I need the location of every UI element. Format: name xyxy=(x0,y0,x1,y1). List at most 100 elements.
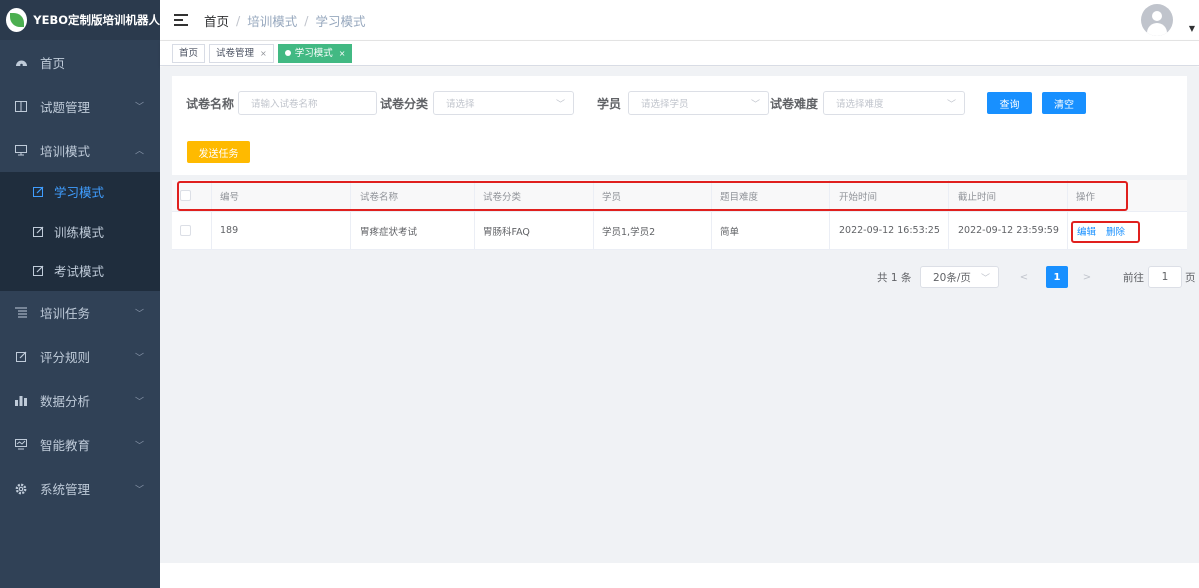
paper-name-label: 试卷名称 xyxy=(186,97,235,111)
breadcrumb: 首页 / 培训模式 / 学习模式 xyxy=(204,11,365,30)
sidebar-item-label: 数据分析 xyxy=(40,394,91,409)
student-label: 学员 xyxy=(597,97,622,111)
list-icon xyxy=(14,306,28,320)
sidebar-item-home[interactable]: 首页 xyxy=(0,40,160,84)
goto-label: 前往 xyxy=(1123,271,1144,284)
cell-students: 学员1,学员2 xyxy=(602,226,656,238)
cell-difficulty: 简单 xyxy=(720,226,740,238)
dashboard-icon xyxy=(14,55,28,69)
sidebar-item-label: 培训任务 xyxy=(40,306,91,321)
sidebar-item-practice-mode[interactable]: 训练模式 xyxy=(0,212,160,252)
send-task-button[interactable]: 发送任务 xyxy=(187,141,250,163)
chevron-down-icon: ﹀ xyxy=(555,99,565,110)
active-dot-icon xyxy=(284,50,291,56)
page-number[interactable]: 1 xyxy=(1046,266,1068,288)
goto-page-input[interactable]: 1 xyxy=(1148,266,1182,288)
sidebar-item-label: 评分规则 xyxy=(40,350,91,365)
tag-label: 学习模式 xyxy=(294,47,333,59)
edit-icon xyxy=(32,225,44,237)
table-row: 189 胃疼症状考试 胃肠科FAQ 学员1,学员2 简单 2022-09-12 … xyxy=(172,212,1187,250)
clear-button[interactable]: 清空 xyxy=(1042,92,1086,114)
difficulty-select[interactable]: 请选择难度 ﹀ xyxy=(823,91,965,115)
caret-down-icon[interactable]: ▼ xyxy=(1189,24,1195,33)
filter-panel: 试卷名称 请输入试卷名称 试卷分类 请选择 ﹀ 学员 请选择学员 ﹀ 试卷难度 … xyxy=(172,76,1187,175)
chevron-up-icon: ︿ xyxy=(134,146,144,157)
main-content: 试卷名称 请输入试卷名称 试卷分类 请选择 ﹀ 学员 请选择学员 ﹀ 试卷难度 … xyxy=(160,67,1199,563)
query-button[interactable]: 查询 xyxy=(987,92,1032,114)
sidebar-item-exam-mode[interactable]: 考试模式 xyxy=(0,251,160,291)
chevron-down-icon: ﹀ xyxy=(946,99,956,110)
sidebar-item-system-admin[interactable]: 系统管理 ﹀ xyxy=(0,467,160,511)
cell-start-time: 2022-09-12 16:53:25 xyxy=(839,225,940,236)
book-icon xyxy=(14,99,28,113)
sidebar-item-label: 试题管理 xyxy=(40,99,91,115)
sidebar-item-label: 智能教育 xyxy=(40,438,91,453)
breadcrumb-separator: / xyxy=(304,12,309,28)
edit-icon xyxy=(14,350,28,364)
training-submenu: 学习模式 训练模式 考试模式 xyxy=(0,172,160,291)
edit-icon xyxy=(32,186,44,198)
sidebar-item-training-tasks[interactable]: 培训任务 ﹀ xyxy=(0,291,160,335)
sidebar-item-questions[interactable]: 试题管理 ﹀ xyxy=(0,84,160,128)
paper-name-input[interactable]: 请输入试卷名称 xyxy=(238,91,377,115)
sidebar-item-label: 学习模式 xyxy=(54,185,105,201)
pagination-total: 共 1 条 xyxy=(877,271,912,284)
sidebar-item-data-analysis[interactable]: 数据分析 ﹀ xyxy=(0,379,160,423)
goto-suffix: 页 xyxy=(1185,271,1196,284)
difficulty-label: 试卷难度 xyxy=(770,97,819,111)
chevron-down-icon: ﹀ xyxy=(134,397,144,407)
tag-study-mode[interactable]: 学习模式 × xyxy=(277,43,353,63)
paper-table: 编号 试卷名称 试卷分类 学员 题目难度 开始时间 截止时间 操作 189 胃疼… xyxy=(172,180,1187,250)
cell-end-time: 2022-09-12 23:59:59 xyxy=(958,225,1059,236)
tags-view: 首页 试卷管理 × 学习模式 × xyxy=(160,41,1199,66)
row-checkbox[interactable] xyxy=(180,212,191,249)
student-select[interactable]: 请选择学员 ﹀ xyxy=(628,91,769,115)
app-title: YEBO定制版培训机器人 xyxy=(33,13,160,27)
cell-id: 189 xyxy=(220,225,239,236)
breadcrumb-training-mode: 培训模式 xyxy=(247,13,298,29)
chevron-down-icon: ﹀ xyxy=(134,309,144,319)
chart-icon xyxy=(14,394,28,408)
next-page-button[interactable]: > xyxy=(1076,266,1098,288)
sidebar-item-training-mode[interactable]: 培训模式 ︿ xyxy=(0,128,160,172)
sidebar-item-smart-education[interactable]: 智能教育 ﹀ xyxy=(0,423,160,467)
sidebar-item-label: 系统管理 xyxy=(40,482,91,497)
close-icon[interactable]: × xyxy=(260,45,267,62)
breadcrumb-home[interactable]: 首页 xyxy=(204,11,229,30)
paper-category-label: 试卷分类 xyxy=(380,97,429,111)
menu-toggle-icon[interactable] xyxy=(174,14,188,26)
leaf-logo-icon xyxy=(6,8,28,32)
screen-icon xyxy=(14,438,28,452)
page-size-value: 20条/页 xyxy=(933,271,971,284)
tag-paper-management[interactable]: 试卷管理 × xyxy=(209,43,274,63)
header-highlight-box xyxy=(177,181,1128,211)
chevron-down-icon: ﹀ xyxy=(134,441,144,451)
sidebar-item-study-mode[interactable]: 学习模式 xyxy=(0,172,160,212)
sidebar-item-label: 培训模式 xyxy=(40,143,91,159)
tag-label: 首页 xyxy=(179,47,199,59)
avatar[interactable] xyxy=(1141,4,1173,36)
input-placeholder: 请选择难度 xyxy=(836,99,884,110)
sidebar-item-label: 训练模式 xyxy=(54,224,105,240)
sidebar-item-scoring-rules[interactable]: 评分规则 ﹀ xyxy=(0,335,160,379)
cell-category: 胃肠科FAQ xyxy=(483,226,530,238)
edit-icon xyxy=(32,265,44,277)
navbar: 首页 / 培训模式 / 学习模式 ▼ xyxy=(160,0,1199,41)
chevron-down-icon: ﹀ xyxy=(134,102,144,113)
cell-paper-name: 胃疼症状考试 xyxy=(360,226,418,238)
input-placeholder: 请选择学员 xyxy=(641,99,689,110)
actions-highlight-box xyxy=(1071,221,1140,243)
page-size-select[interactable]: 20条/页 ﹀ xyxy=(920,266,999,288)
footer xyxy=(160,563,1199,588)
sidebar-item-label: 首页 xyxy=(40,55,66,71)
chevron-down-icon: ﹀ xyxy=(750,99,760,110)
sidebar-item-label: 考试模式 xyxy=(54,264,105,280)
close-icon[interactable]: × xyxy=(339,45,346,62)
breadcrumb-study-mode: 学习模式 xyxy=(315,13,366,29)
monitor-icon xyxy=(14,143,28,157)
tag-home[interactable]: 首页 xyxy=(172,43,206,63)
gear-icon xyxy=(14,482,28,496)
prev-page-button[interactable]: < xyxy=(1013,266,1035,288)
app-logo[interactable]: YEBO定制版培训机器人 xyxy=(0,0,160,40)
paper-category-select[interactable]: 请选择 ﹀ xyxy=(433,91,574,115)
